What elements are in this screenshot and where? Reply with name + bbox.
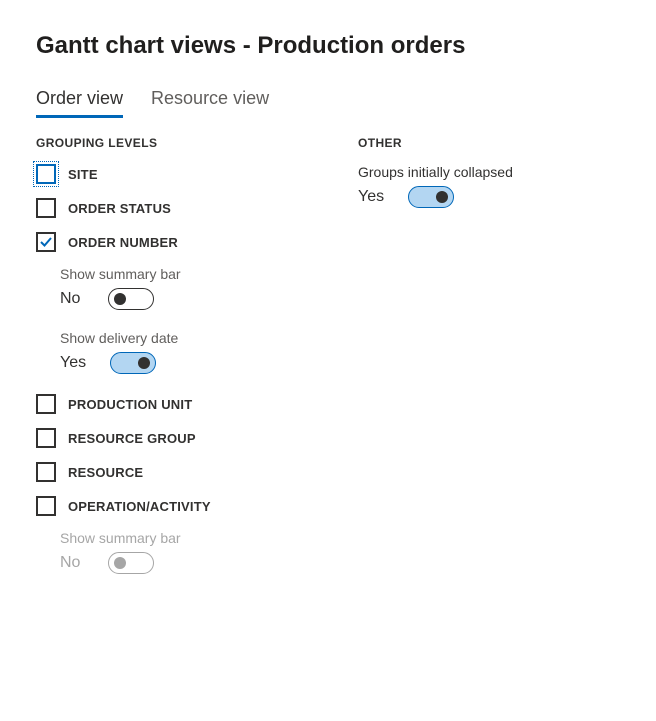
- toggle-show-summary-bar-2: [108, 552, 154, 574]
- toggle-knob: [138, 357, 150, 369]
- label-show-summary-bar: Show summary bar: [60, 266, 298, 282]
- value-show-summary-bar: No: [60, 290, 84, 308]
- page-title: Gantt chart views - Production orders: [36, 32, 620, 60]
- toggle-show-delivery-date[interactable]: [110, 352, 156, 374]
- label-production-unit: PRODUCTION UNIT: [68, 397, 192, 412]
- label-show-delivery-date: Show delivery date: [60, 330, 298, 346]
- grouping-levels-column: GROUPING LEVELS SITE ORDER STATUS ORDER …: [36, 136, 298, 594]
- check-icon: [39, 235, 53, 249]
- label-groups-initially-collapsed: Groups initially collapsed: [358, 164, 620, 180]
- label-order-number: ORDER NUMBER: [68, 235, 178, 250]
- label-order-status: ORDER STATUS: [68, 201, 171, 216]
- label-site: SITE: [68, 167, 98, 182]
- toggle-knob: [436, 191, 448, 203]
- other-column: OTHER Groups initially collapsed Yes: [358, 136, 620, 594]
- checkbox-site[interactable]: [36, 164, 56, 184]
- label-resource: RESOURCE: [68, 465, 143, 480]
- checkbox-resource-group[interactable]: [36, 428, 56, 448]
- tabs: Order view Resource view: [36, 88, 620, 118]
- value-groups-initially-collapsed: Yes: [358, 188, 384, 206]
- value-show-summary-bar-2: No: [60, 554, 84, 572]
- tab-order-view[interactable]: Order view: [36, 88, 123, 118]
- toggle-show-summary-bar[interactable]: [108, 288, 154, 310]
- checkbox-operation-activity[interactable]: [36, 496, 56, 516]
- other-header: OTHER: [358, 136, 620, 150]
- tab-resource-view[interactable]: Resource view: [151, 88, 269, 118]
- value-show-delivery-date: Yes: [60, 354, 86, 372]
- label-resource-group: RESOURCE GROUP: [68, 431, 196, 446]
- label-operation-activity: OPERATION/ACTIVITY: [68, 499, 211, 514]
- label-show-summary-bar-2: Show summary bar: [60, 530, 298, 546]
- toggle-knob: [114, 557, 126, 569]
- toggle-knob: [114, 293, 126, 305]
- checkbox-resource[interactable]: [36, 462, 56, 482]
- toggle-groups-initially-collapsed[interactable]: [408, 186, 454, 208]
- checkbox-order-status[interactable]: [36, 198, 56, 218]
- checkbox-production-unit[interactable]: [36, 394, 56, 414]
- checkbox-order-number[interactable]: [36, 232, 56, 252]
- grouping-levels-header: GROUPING LEVELS: [36, 136, 298, 150]
